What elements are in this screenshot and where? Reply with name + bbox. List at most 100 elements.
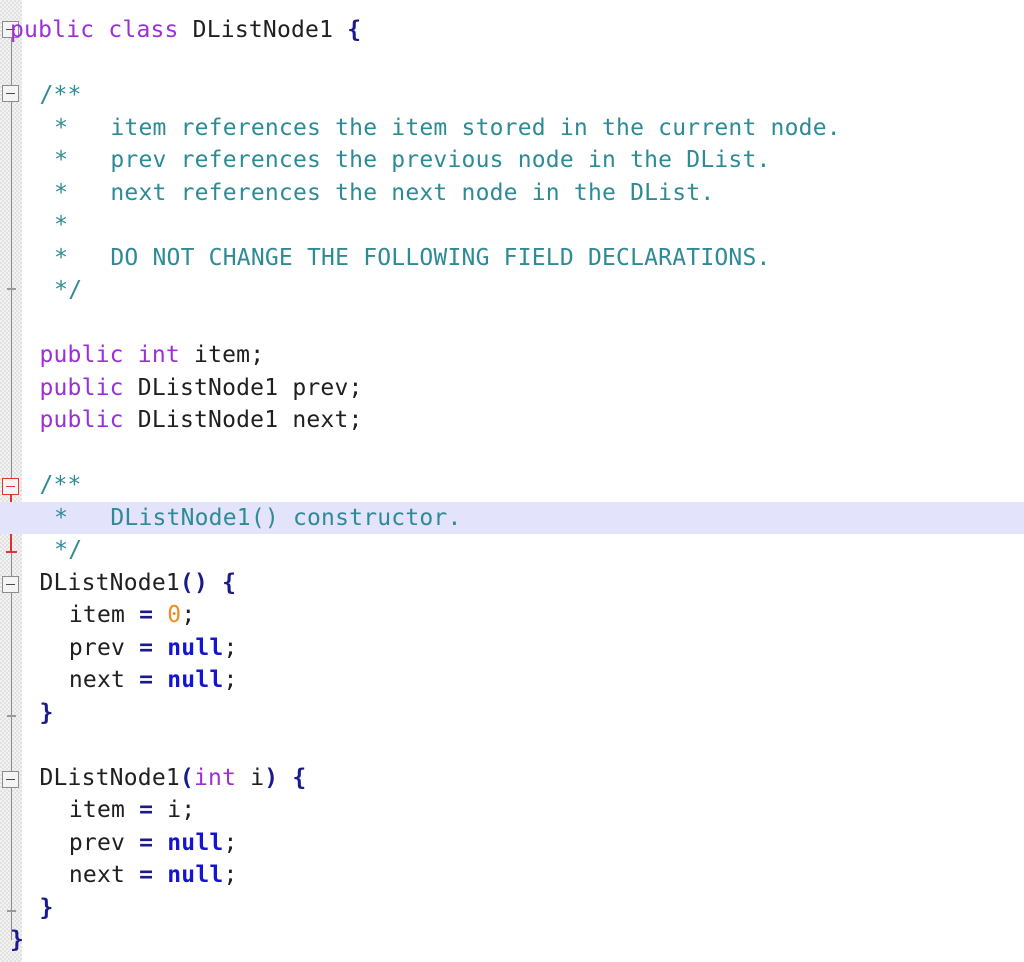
- code-editor[interactable]: public class DListNode1 { /** * item refer…: [0, 0, 1024, 962]
- code-line[interactable]: * next references the next node in the D…: [0, 177, 1024, 210]
- code-line[interactable]: [0, 307, 1024, 340]
- code-line-text: * DO NOT CHANGE THE FOLLOWING FIELD DECL…: [0, 242, 771, 275]
- code-line-text: }: [0, 924, 24, 957]
- code-line[interactable]: public class DListNode1 {: [0, 14, 1024, 47]
- code-line[interactable]: prev = null;: [0, 632, 1024, 665]
- code-line[interactable]: */: [0, 274, 1024, 307]
- code-line[interactable]: }: [0, 892, 1024, 925]
- code-token-plain: ;: [223, 634, 238, 661]
- code-token-kw: int: [137, 342, 180, 368]
- code-line[interactable]: item = i;: [0, 794, 1024, 827]
- code-token-kw: public: [39, 407, 124, 433]
- code-token-plain: DListNode1: [192, 17, 334, 43]
- code-line[interactable]: [0, 437, 1024, 470]
- code-line-text: DListNode1(int i) {: [0, 762, 306, 795]
- code-line-text: */: [0, 274, 82, 307]
- code-line[interactable]: * prev references the previous node in t…: [0, 144, 1024, 177]
- code-line[interactable]: [0, 729, 1024, 762]
- code-line-text: * next references the next node in the D…: [0, 177, 714, 210]
- code-line[interactable]: DListNode1() {: [0, 567, 1024, 600]
- code-line-text: public DListNode1 prev;: [0, 372, 363, 405]
- code-token-op: }: [39, 894, 54, 921]
- code-line[interactable]: /**: [0, 469, 1024, 502]
- code-line[interactable]: */: [0, 534, 1024, 567]
- code-line[interactable]: }: [0, 924, 1024, 957]
- code-line[interactable]: * item references the item stored in the…: [0, 112, 1024, 145]
- code-token-op: {: [292, 764, 307, 791]
- code-token-plain: i;: [153, 797, 196, 823]
- code-line[interactable]: }: [0, 697, 1024, 730]
- code-line-text: public class DListNode1 {: [0, 14, 361, 47]
- code-token-op: }: [39, 699, 54, 726]
- code-line-text: public int item;: [0, 339, 264, 372]
- code-token-cmt: *: [54, 212, 69, 238]
- code-line-text: /**: [0, 79, 82, 112]
- code-token-plain: next: [68, 862, 140, 888]
- code-token-kw: public: [39, 342, 124, 368]
- code-line-text: item = 0;: [0, 599, 195, 632]
- code-token-cmt: * DListNode1() constructor.: [54, 504, 462, 531]
- code-token-op: ): [264, 764, 279, 791]
- code-line[interactable]: next = null;: [0, 859, 1024, 892]
- code-line[interactable]: /**: [0, 79, 1024, 112]
- code-token-plain: item;: [194, 342, 265, 368]
- code-line-text: * prev references the previous node in t…: [0, 144, 771, 177]
- code-token-cmt: * prev references the previous node in t…: [54, 147, 771, 173]
- code-token-op: {: [222, 569, 237, 596]
- code-token-op: {: [347, 17, 362, 43]
- code-line[interactable]: * DO NOT CHANGE THE FOLLOWING FIELD DECL…: [0, 242, 1024, 275]
- code-token-plain: ;: [223, 829, 238, 856]
- code-token-plain: DListNode1 next;: [137, 407, 363, 433]
- code-token-plain: ;: [223, 667, 238, 693]
- code-token-cmt: /**: [39, 472, 82, 498]
- code-token-cmt: /**: [39, 82, 82, 108]
- code-token-lit: null: [167, 829, 224, 856]
- code-token-kw: public: [39, 374, 124, 401]
- code-token-plain: item: [68, 602, 140, 628]
- code-token-cmt: */: [54, 277, 83, 303]
- code-line[interactable]: public DListNode1 prev;: [0, 372, 1024, 405]
- code-line[interactable]: DListNode1(int i) {: [0, 762, 1024, 795]
- code-line[interactable]: prev = null;: [0, 827, 1024, 860]
- code-line[interactable]: public DListNode1 next;: [0, 404, 1024, 437]
- code-token-op: =: [139, 634, 154, 661]
- code-line-text: /**: [0, 469, 82, 502]
- code-line-text: }: [0, 892, 54, 925]
- code-token-op: }: [10, 927, 25, 953]
- code-token-cmt: * item references the item stored in the…: [54, 114, 841, 141]
- code-line[interactable]: next = null;: [0, 664, 1024, 697]
- code-token-plain: prev: [68, 829, 140, 856]
- code-line[interactable]: item = 0;: [0, 599, 1024, 632]
- code-token-kw: public: [10, 17, 95, 43]
- code-line-text: */: [0, 534, 82, 567]
- code-line[interactable]: * DListNode1() constructor.: [0, 501, 1024, 535]
- code-line-text: next = null;: [0, 664, 238, 697]
- code-line-text: public DListNode1 next;: [0, 404, 363, 437]
- code-token-plain: next: [68, 667, 140, 693]
- code-token-lit: null: [167, 862, 224, 888]
- code-token-plain: ;: [223, 862, 238, 888]
- code-token-plain: i: [236, 764, 265, 791]
- code-token-cmt: */: [54, 537, 83, 563]
- code-token-kw: int: [193, 764, 237, 791]
- code-token-kw: class: [108, 17, 179, 43]
- code-line[interactable]: public int item;: [0, 339, 1024, 372]
- code-line-text: * DListNode1() constructor.: [0, 502, 462, 535]
- code-token-cmt: * DO NOT CHANGE THE FOLLOWING FIELD DECL…: [54, 244, 771, 271]
- code-line[interactable]: [0, 47, 1024, 80]
- code-token-op: =: [139, 667, 154, 693]
- code-token-lit: null: [167, 634, 224, 661]
- code-token-plain: DListNode1: [39, 764, 180, 791]
- code-line-text: * item references the item stored in the…: [0, 112, 841, 145]
- code-content[interactable]: public class DListNode1 { /** * item refer…: [0, 0, 1024, 962]
- code-line-text: prev = null;: [0, 827, 238, 860]
- code-line[interactable]: *: [0, 209, 1024, 242]
